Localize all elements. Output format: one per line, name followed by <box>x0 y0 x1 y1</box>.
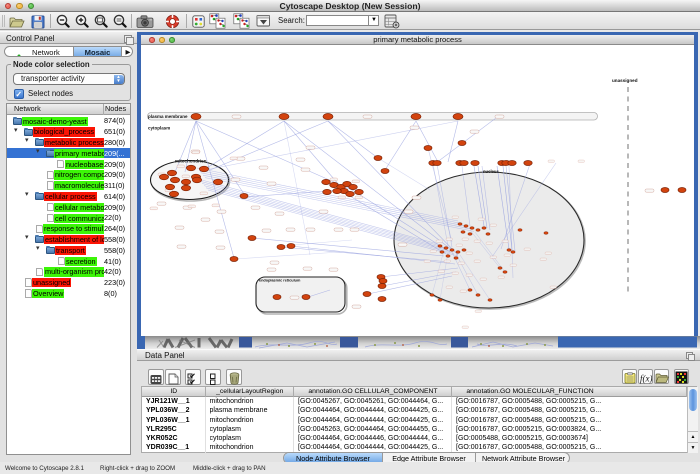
svg-text:cytoplasm: cytoplasm <box>148 126 170 131</box>
svg-text:plasma membrane: plasma membrane <box>148 114 188 119</box>
svg-text:f(x): f(x) <box>640 374 652 384</box>
svg-text:nucleus: nucleus <box>483 169 499 174</box>
svg-text:endoplasmic reticulum: endoplasmic reticulum <box>259 279 301 283</box>
svg-text:unassigned: unassigned <box>612 78 638 83</box>
svg-text:mitochondrion: mitochondrion <box>175 159 207 164</box>
